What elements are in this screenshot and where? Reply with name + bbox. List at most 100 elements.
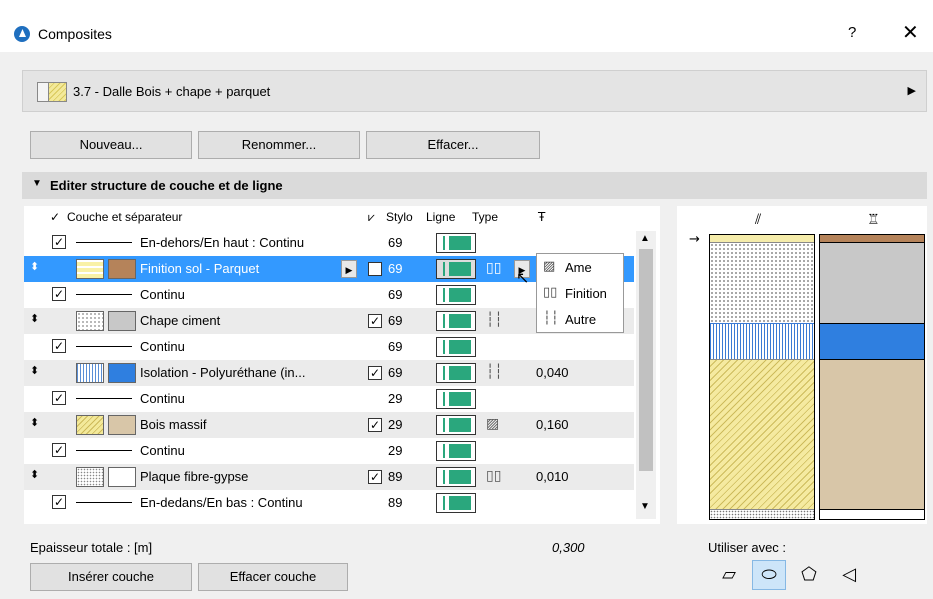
line-pen-swatch[interactable] [436,363,476,383]
table-row[interactable]: ✓ Continu 69 [24,334,634,360]
drag-handle-icon[interactable]: ⬍ [30,260,39,273]
close-button[interactable]: ✕ [902,20,919,44]
table-scrollbar[interactable]: ▲ ▼ [636,231,656,519]
pattern-swatch[interactable] [76,467,104,487]
menu-item-other[interactable]: ┆┆ Autre [541,308,621,332]
row-checkbox[interactable]: ✓ [368,314,382,328]
row-checkbox[interactable]: ✓ [52,287,66,301]
use-with-label: Utiliser avec : [708,540,787,555]
type-core-icon[interactable]: ▨ [486,416,499,432]
pattern-swatch[interactable] [76,311,104,331]
drag-handle-icon[interactable]: ⬍ [30,312,39,325]
reference-arrow-icon: → [689,232,700,247]
thickness-value[interactable]: 0,160 [536,417,569,432]
line-sample [76,450,132,451]
section-view-icon[interactable]: ⫽ [755,212,761,228]
pen-number[interactable]: 69 [388,287,402,302]
row-checkbox[interactable]: ✓ [52,495,66,509]
row-checkbox[interactable]: ✓ [368,262,382,276]
delete-layer-button[interactable]: Effacer couche [198,563,348,591]
layer-label: Chape ciment [140,313,221,328]
pen-number[interactable]: 89 [388,469,402,484]
fill-color-swatch[interactable] [108,467,136,487]
pen-number[interactable]: 29 [388,391,402,406]
pen-number[interactable]: 29 [388,417,402,432]
line-pen-swatch[interactable] [436,259,476,279]
section-title: Editer structure de couche et de ligne [50,178,283,193]
pattern-swatch[interactable] [76,259,104,279]
composite-selector[interactable]: 3.7 - Dalle Bois + chape + parquet ▶ [22,70,927,112]
insert-layer-button[interactable]: Insérer couche [30,563,192,591]
collapse-icon[interactable]: ▼ [32,178,42,189]
row-checkbox[interactable]: ✓ [52,443,66,457]
line-pen-swatch[interactable] [436,337,476,357]
pattern-swatch[interactable] [76,415,104,435]
row-checkbox[interactable]: ✓ [368,470,382,484]
table-row[interactable]: ✓ En-dedans/En bas : Continu 89 [24,490,634,516]
pattern-swatch[interactable] [76,363,104,383]
table-row[interactable]: ⬍ Isolation - Polyuréthane (in... ✓ 69 ┆… [24,360,634,386]
wall-tool-icon[interactable]: ▱ [712,560,746,590]
scroll-down-icon[interactable]: ▼ [640,501,650,512]
shell-tool-icon[interactable]: ◁ [832,560,866,590]
help-button[interactable]: ? [848,24,856,41]
table-row[interactable]: ⬍ Bois massif ✓ 29 ▨ 0,160 [24,412,634,438]
fill-color-swatch[interactable] [108,363,136,383]
thickness-value[interactable]: 0,010 [536,469,569,484]
drag-handle-icon[interactable]: ⬍ [30,364,39,377]
menu-item-label: Finition [565,286,607,301]
line-pen-swatch[interactable] [436,311,476,331]
pen-number[interactable]: 69 [388,365,402,380]
window-title: Composites [38,26,112,42]
type-finish-icon[interactable]: ▯▯ [486,468,501,484]
slab-tool-icon[interactable]: ⬭ [752,560,786,590]
line-sample [76,242,132,243]
menu-item-label: Autre [565,312,597,327]
scroll-thumb[interactable] [639,249,653,471]
type-other-icon[interactable]: ┆┆ [486,364,503,380]
section-header[interactable]: ▼ Editer structure de couche et de ligne [22,172,927,199]
line-pen-swatch[interactable] [436,441,476,461]
row-checkbox[interactable]: ✓ [368,418,382,432]
line-pen-swatch[interactable] [436,285,476,305]
layer-menu-button[interactable]: ▶ [341,260,357,278]
separator-label: Continu [140,443,185,458]
pen-number[interactable]: 69 [388,235,402,250]
scroll-up-icon[interactable]: ▲ [640,233,650,244]
drag-handle-icon[interactable]: ⬍ [30,416,39,429]
pen-number[interactable]: 69 [388,313,402,328]
composite-preview-icon [37,82,67,102]
roof-tool-icon[interactable]: ⬠ [792,560,826,590]
paint-brush-icon[interactable]: ♖ [867,212,880,228]
rename-button[interactable]: Renommer... [198,131,360,159]
table-row[interactable]: ✓ Continu 29 [24,438,634,464]
row-checkbox[interactable]: ✓ [52,235,66,249]
pen-number[interactable]: 89 [388,495,402,510]
thickness-value[interactable]: 0,040 [536,365,569,380]
line-pen-swatch[interactable] [436,467,476,487]
layer-wood-hatch [710,359,814,509]
fill-color-swatch[interactable] [108,259,136,279]
fill-color-swatch[interactable] [108,311,136,331]
line-pen-swatch[interactable] [436,415,476,435]
line-pen-swatch[interactable] [436,233,476,253]
row-checkbox[interactable]: ✓ [52,391,66,405]
pen-number[interactable]: 69 [388,261,402,276]
line-pen-swatch[interactable] [436,389,476,409]
table-row[interactable]: ✓ Continu 29 [24,386,634,412]
table-row[interactable]: ⬍ Plaque fibre-gypse ✓ 89 ▯▯ 0,010 [24,464,634,490]
row-checkbox[interactable]: ✓ [52,339,66,353]
menu-item-finish[interactable]: ▯▯ Finition [541,282,621,306]
pen-number[interactable]: 69 [388,339,402,354]
line-pen-swatch[interactable] [436,493,476,513]
type-other-icon[interactable]: ┆┆ [486,312,503,328]
drag-handle-icon[interactable]: ⬍ [30,468,39,481]
pen-number[interactable]: 29 [388,443,402,458]
layer-wood-color [820,359,924,509]
pen-column-header: Stylo [386,210,413,224]
new-button[interactable]: Nouveau... [30,131,192,159]
fill-color-swatch[interactable] [108,415,136,435]
menu-item-core[interactable]: ▨ Ame [541,256,621,280]
delete-button[interactable]: Effacer... [366,131,540,159]
row-checkbox[interactable]: ✓ [368,366,382,380]
